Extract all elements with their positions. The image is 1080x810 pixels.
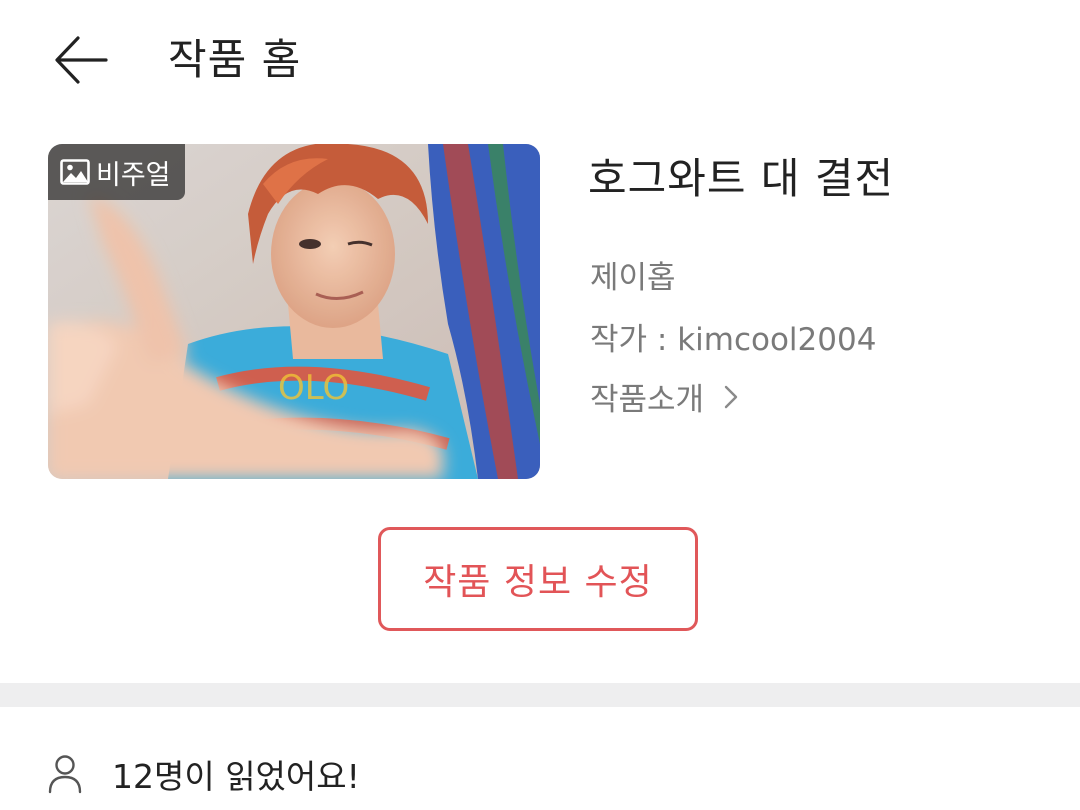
section-divider — [0, 683, 1080, 707]
readers-count: 12명이 읽었어요! — [48, 744, 360, 804]
work-intro-link[interactable]: 작품소개 — [590, 374, 740, 419]
readers-text: 12명이 읽었어요! — [112, 757, 360, 796]
arrow-left-icon — [55, 36, 108, 84]
app-header: 작품 홈 — [0, 0, 1080, 120]
back-button[interactable] — [52, 32, 112, 88]
work-subtitle: 제이홉 — [590, 260, 676, 296]
page-title: 작품 홈 — [168, 35, 302, 84]
work-author: 작가 : kimcool2004 — [590, 322, 877, 358]
work-intro-label: 작품소개 — [590, 382, 705, 418]
work-title: 호그와트 대 결전 — [588, 154, 895, 203]
image-icon — [60, 159, 90, 185]
work-cover-image[interactable]: OLO 비주얼 — [48, 144, 540, 479]
edit-work-info-button[interactable]: 작품 정보 수정 — [378, 527, 698, 631]
visual-badge-label: 비주얼 — [96, 159, 171, 191]
visual-badge: 비주얼 — [48, 144, 185, 200]
person-icon — [48, 755, 82, 794]
chevron-right-icon — [724, 385, 738, 408]
